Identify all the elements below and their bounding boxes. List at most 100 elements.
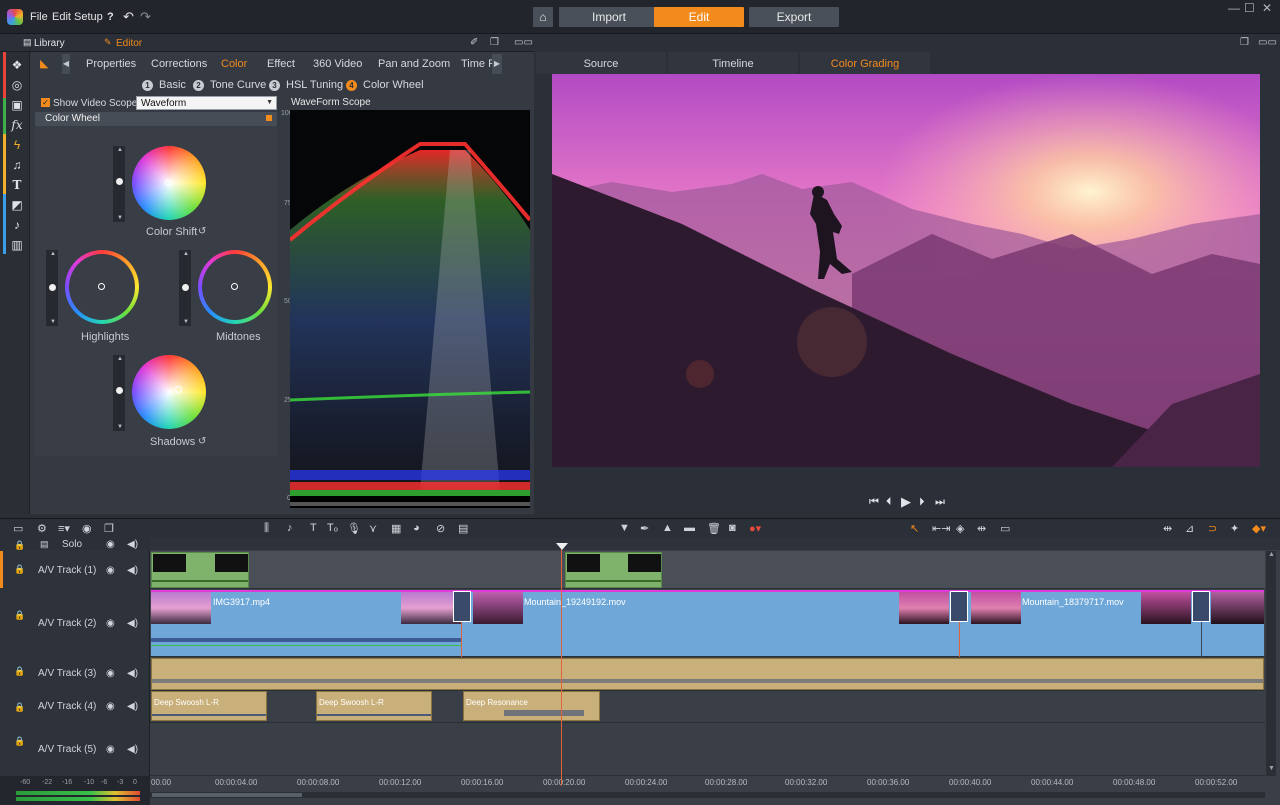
speaker-icon[interactable]: ◀) <box>127 618 138 629</box>
transition-marker[interactable] <box>1192 591 1210 622</box>
eye-icon[interactable]: ◉ <box>106 565 115 576</box>
title-small-icon[interactable]: Tₒ <box>327 522 338 534</box>
camera-icon[interactable]: ◣ <box>40 57 48 70</box>
home-button[interactable]: ⌂ <box>533 7 553 27</box>
lock-icon[interactable]: 🔒 <box>14 666 25 677</box>
film-icon[interactable]: ▬ <box>684 522 695 534</box>
fit-icon[interactable]: ▭ <box>1000 522 1010 535</box>
effects-icon[interactable]: ✦ <box>1230 522 1239 535</box>
zoom-fit-icon[interactable]: ⇹ <box>1163 522 1172 535</box>
magnet-icon[interactable]: ⊃ <box>1208 522 1217 535</box>
title-tool-icon[interactable]: T <box>310 522 317 534</box>
import-button[interactable]: Import <box>559 7 659 27</box>
select-tool-icon[interactable]: ↖ <box>910 522 919 535</box>
snapshot-icon[interactable]: ◙ <box>729 522 736 534</box>
swoosh-clip-1[interactable]: Deep Swoosh L-R <box>151 691 267 721</box>
ripple-icon[interactable]: ⇤⇥ <box>932 522 950 535</box>
subtab-color-wheel[interactable]: 4 Color Wheel <box>346 79 424 91</box>
tools-icon[interactable]: ⚙ <box>37 522 47 535</box>
swoosh-clip-2[interactable]: Deep Swoosh L-R <box>316 691 432 721</box>
filter-icon[interactable]: ◎ <box>10 78 24 92</box>
go-to-end-button[interactable]: ⏭ <box>935 496 945 509</box>
export-button[interactable]: Export <box>749 7 839 27</box>
video-preview[interactable] <box>552 74 1260 467</box>
tab-source[interactable]: Source <box>536 52 666 74</box>
tab-pan-zoom[interactable]: Pan and Zoom <box>378 58 450 70</box>
shadows-wheel[interactable] <box>132 355 206 429</box>
speaker-icon[interactable]: ◀) <box>127 744 138 755</box>
transition-marker[interactable] <box>950 591 968 622</box>
color-shift-wheel[interactable] <box>132 146 206 220</box>
editor-tab[interactable]: Editor <box>116 38 142 49</box>
tracks-vscrollbar[interactable]: ▲ ▼ <box>1266 551 1276 776</box>
track-1-clip[interactable] <box>565 552 662 588</box>
pen-icon[interactable]: ✒ <box>640 522 649 535</box>
music-icon[interactable]: ♫ <box>10 158 24 172</box>
shadows-reset-icon[interactable]: ↺ <box>198 436 206 447</box>
grid-icon[interactable]: ▦ <box>391 522 401 535</box>
edit-button[interactable]: Edit <box>654 7 744 27</box>
layout-icon[interactable]: ▭▭ <box>514 37 533 48</box>
show-scope-checkbox[interactable]: ✓ <box>41 98 50 107</box>
menu-setup[interactable]: Setup <box>74 11 103 23</box>
track-5-lane[interactable] <box>150 723 1265 776</box>
lock-all-icon[interactable]: 🔒 <box>14 540 25 551</box>
playhead[interactable] <box>561 546 562 786</box>
track-1-lane[interactable] <box>150 551 1265 589</box>
chapters-icon[interactable]: ▥ <box>10 238 24 252</box>
transition-marker[interactable] <box>453 591 471 622</box>
section-toggle[interactable] <box>266 115 272 121</box>
audio-mixer-icon[interactable]: ⫼ <box>264 522 269 535</box>
timeline-scrollbar[interactable] <box>150 792 1265 798</box>
lock-icon[interactable]: 🔒 <box>14 702 25 713</box>
voiceover-icon[interactable]: 🎙 <box>347 522 361 535</box>
detach-icon[interactable]: ❐ <box>490 37 499 48</box>
flag-icon[interactable]: ▼ <box>619 522 630 534</box>
speaker-all-icon[interactable]: ◀) <box>127 539 138 550</box>
tab-effect[interactable]: Effect <box>267 58 295 70</box>
solo-icon[interactable]: ▤ <box>40 539 49 550</box>
tab-color-grading[interactable]: Color Grading <box>800 52 930 74</box>
play-button[interactable]: ▶ <box>901 494 911 510</box>
tab-color[interactable]: Color <box>221 58 247 70</box>
tabs-scroll-left[interactable]: ◀ <box>62 54 70 74</box>
eye-all-icon[interactable]: ◉ <box>106 539 115 550</box>
tab-360-video[interactable]: 360 Video <box>313 58 362 70</box>
options-icon[interactable]: ◆▾ <box>1252 522 1266 535</box>
undo-icon[interactable]: ↶ <box>123 9 134 25</box>
step-back-button[interactable]: ⏴ <box>886 496 892 509</box>
resonance-clip[interactable]: Deep Resonance <box>463 691 600 721</box>
track-3-audio[interactable] <box>151 658 1264 690</box>
speaker-icon[interactable]: ◀) <box>127 701 138 712</box>
media-icon[interactable]: ❖ <box>10 58 24 72</box>
shapes-icon[interactable]: ◩ <box>10 198 24 212</box>
redo-icon[interactable]: ↷ <box>140 9 151 25</box>
detach-preview-icon[interactable]: ❐ <box>1240 37 1249 48</box>
pin-icon[interactable]: ✐ <box>470 37 478 48</box>
link-icon[interactable]: ⊘ <box>436 522 445 535</box>
minimize-icon[interactable]: — <box>1228 1 1240 15</box>
tabs-scroll-right[interactable]: ▶ <box>492 54 502 74</box>
timeline-settings-icon[interactable]: ▭ <box>13 522 23 535</box>
subtab-tone-curve[interactable]: 2 Tone Curve <box>193 79 266 91</box>
color-shift-slider[interactable]: ▲ ▼ <box>113 146 125 222</box>
zoom-icon[interactable]: ⊿ <box>1185 522 1194 535</box>
eye-icon[interactable]: ◉ <box>106 701 115 712</box>
tab-properties[interactable]: Properties <box>86 58 136 70</box>
title-icon[interactable]: T <box>10 178 24 192</box>
preview-layout-icon[interactable]: ▭▭ <box>1258 37 1277 48</box>
playhead-handle[interactable] <box>556 543 568 550</box>
menu-edit[interactable]: Edit <box>52 11 71 23</box>
storyboard-icon[interactable]: ❐ <box>104 522 114 535</box>
subtab-hsl-tuning[interactable]: 3 HSL Tuning <box>269 79 343 91</box>
close-icon[interactable]: ✕ <box>1262 1 1272 15</box>
fx-icon[interactable]: fx <box>10 118 24 132</box>
eye-icon[interactable]: ◉ <box>106 668 115 679</box>
speaker-icon[interactable]: ◀) <box>127 565 138 576</box>
menu-file[interactable]: File <box>30 11 48 23</box>
roll-icon[interactable]: ◈ <box>956 522 964 535</box>
lock-icon[interactable]: 🔒 <box>14 564 25 575</box>
track-1-clip[interactable] <box>151 552 249 588</box>
color-shift-reset-icon[interactable]: ↺ <box>198 226 206 237</box>
trim-icon[interactable]: ▲ <box>662 522 673 534</box>
